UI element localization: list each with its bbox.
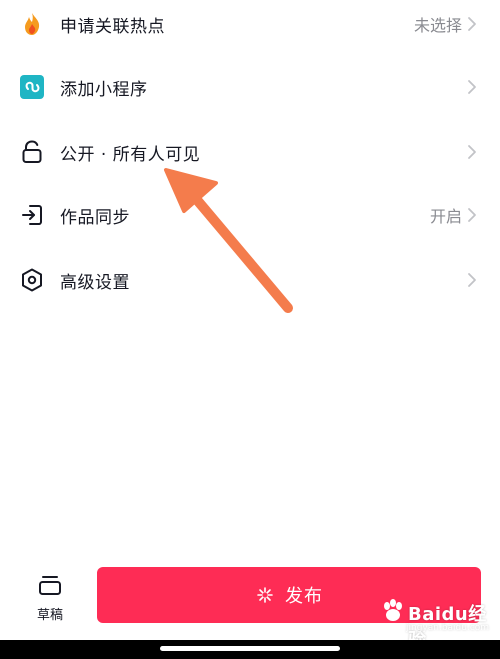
settings-item-value: 未选择: [413, 16, 462, 35]
hexagon-settings-icon: [20, 268, 44, 292]
settings-item-hot-topic[interactable]: 申请关联热点 未选择: [0, 0, 500, 56]
settings-item-advanced[interactable]: 高级设置: [0, 248, 500, 312]
home-indicator[interactable]: [160, 646, 340, 651]
home-indicator-bar: [0, 640, 500, 659]
chevron-right-icon: [466, 205, 478, 225]
unlock-icon: [20, 140, 44, 164]
sync-icon: [20, 203, 44, 227]
flame-icon: [20, 12, 44, 36]
settings-item-label: 添加小程序: [60, 79, 148, 100]
chevron-right-icon: [466, 270, 478, 290]
settings-item-value: 开启: [429, 207, 462, 226]
settings-item-label: 作品同步: [60, 207, 130, 228]
watermark-url: jingyan.baidu.com: [406, 623, 490, 633]
mini-program-icon: [20, 75, 44, 99]
settings-item-label: 公开 · 所有人可见: [60, 144, 201, 165]
paw-logo-icon: [384, 599, 402, 621]
settings-item-mini-program[interactable]: 添加小程序: [0, 55, 500, 119]
publish-label: 发布: [285, 586, 323, 607]
sparkle-icon: [257, 587, 273, 603]
draft-box-icon: [39, 576, 61, 595]
chevron-right-icon: [466, 142, 478, 162]
baidu-watermark: Baidu经验 jingyan.baidu.com: [380, 596, 490, 651]
settings-item-sync[interactable]: 作品同步 开启: [0, 183, 500, 247]
settings-item-label: 申请关联热点: [60, 16, 165, 37]
draft-button[interactable]: 草稿: [22, 570, 78, 632]
chevron-right-icon: [466, 77, 478, 97]
settings-item-visibility[interactable]: 公开 · 所有人可见: [0, 120, 500, 184]
settings-item-label: 高级设置: [60, 272, 130, 293]
draft-label: 草稿: [36, 608, 63, 623]
chevron-right-icon: [466, 14, 478, 34]
